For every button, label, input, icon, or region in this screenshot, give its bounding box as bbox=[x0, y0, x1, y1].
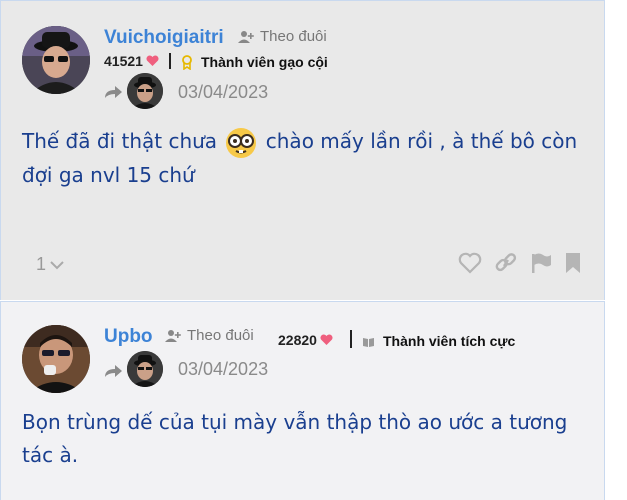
user-avatar[interactable] bbox=[22, 325, 90, 393]
rank-badge: Thành viên gạo cội bbox=[181, 54, 328, 70]
reaction-count: 41521 bbox=[104, 53, 159, 69]
reply-to-avatar[interactable] bbox=[127, 351, 163, 387]
reply-to-avatar[interactable] bbox=[127, 73, 163, 109]
heart-icon bbox=[320, 334, 333, 345]
nerd-face-emoji bbox=[226, 127, 257, 158]
post-content: Bọn trùng dế của tụi mày vẫn thập thò ao… bbox=[22, 410, 568, 467]
post-actions bbox=[458, 252, 582, 274]
divider bbox=[169, 53, 171, 69]
divider bbox=[350, 330, 352, 348]
flag-icon[interactable] bbox=[530, 252, 552, 274]
content-text-1: Thế đã đi thật chưa bbox=[22, 129, 224, 153]
link-icon[interactable] bbox=[494, 252, 518, 274]
post-2: Upbo Theo đuôi 22820 Thành viên tích cực bbox=[0, 301, 605, 500]
user-avatar[interactable] bbox=[22, 26, 90, 94]
username[interactable]: Upbo bbox=[104, 326, 153, 348]
bookmark-icon[interactable] bbox=[564, 252, 582, 274]
post-1: Vuichoigiaitri Theo đuôi 41521 Thành viê… bbox=[0, 0, 605, 300]
add-user-icon bbox=[165, 329, 181, 342]
post-date[interactable]: 03/04/2023 bbox=[178, 82, 268, 103]
post-content: Thế đã đi thật chưa chào mấy lần rồi , à… bbox=[22, 125, 582, 192]
likes-count: 1 bbox=[36, 254, 47, 274]
rank-badge: Thành viên tích cực bbox=[362, 333, 515, 349]
count-value: 41521 bbox=[104, 53, 143, 69]
rank-label: Thành viên gạo cội bbox=[201, 54, 328, 70]
heart-icon bbox=[146, 55, 159, 66]
follow-label: Theo đuôi bbox=[260, 28, 327, 45]
reaction-count: 22820 bbox=[278, 332, 333, 348]
reply-arrow-icon bbox=[105, 86, 122, 98]
rank-label: Thành viên tích cực bbox=[383, 333, 516, 349]
likes-toggle[interactable]: 1 bbox=[36, 254, 64, 275]
reply-arrow-icon bbox=[105, 365, 122, 377]
medal-icon bbox=[182, 54, 192, 70]
follow-label: Theo đuôi bbox=[187, 327, 254, 344]
add-user-icon bbox=[238, 30, 254, 43]
like-heart-icon[interactable] bbox=[458, 252, 482, 274]
username[interactable]: Vuichoigiaitri bbox=[104, 27, 224, 49]
book-icon bbox=[363, 337, 374, 347]
follow-button[interactable]: Theo đuôi bbox=[165, 327, 254, 344]
count-value: 22820 bbox=[278, 332, 317, 348]
follow-button[interactable]: Theo đuôi bbox=[238, 28, 327, 45]
post-date[interactable]: 03/04/2023 bbox=[178, 359, 268, 380]
chevron-down-icon bbox=[50, 260, 64, 269]
